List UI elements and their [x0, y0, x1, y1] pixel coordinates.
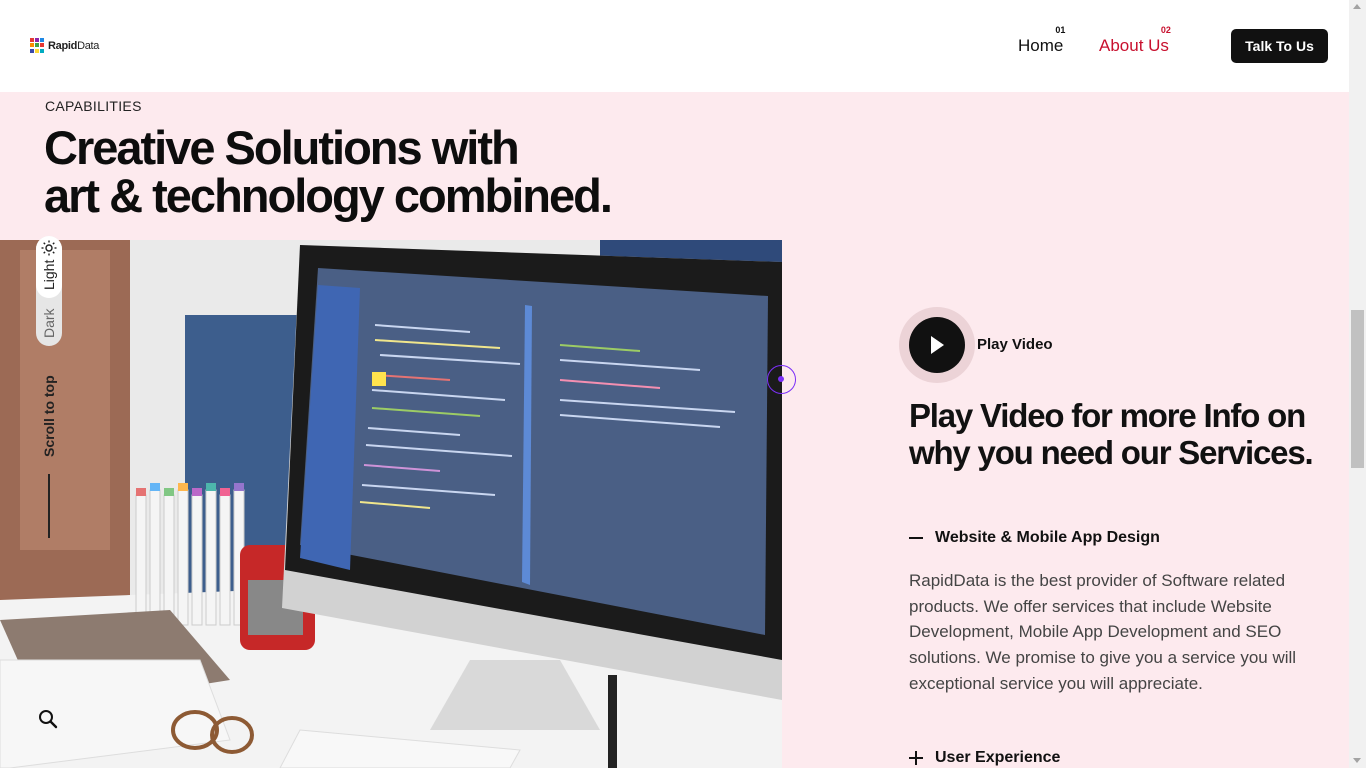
custom-cursor-dot: [778, 376, 784, 382]
accordion-title: User Experience: [935, 749, 1061, 766]
scroll-down-arrow-icon[interactable]: [1353, 758, 1361, 763]
scroll-to-top-link[interactable]: Scroll to top: [41, 375, 57, 457]
search-icon[interactable]: [37, 708, 59, 730]
nav-home-label: Home: [1018, 36, 1064, 55]
nav-home-number: 01: [1055, 25, 1066, 35]
section-eyebrow: CAPABILITIES: [45, 98, 142, 114]
nav-about-label: About Us: [1099, 36, 1169, 55]
accordion-title: Website & Mobile App Design: [935, 529, 1160, 546]
scroll-to-top-line: [48, 474, 50, 538]
light-mode-label[interactable]: Light: [41, 260, 57, 290]
site-header: RapidData 01 Home 02 About Us Talk To Us: [0, 0, 1349, 92]
hero-photo-desk-monitor: [0, 240, 782, 768]
headline-line-1: Creative Solutions with: [44, 121, 520, 174]
minus-icon: [909, 531, 923, 545]
scrollbar-thumb[interactable]: [1351, 310, 1364, 468]
play-video-label[interactable]: Play Video: [977, 336, 1053, 353]
site-logo[interactable]: RapidData: [30, 38, 99, 53]
plus-icon: [909, 751, 923, 765]
play-video-button[interactable]: [909, 317, 965, 373]
page-headline: Creative Solutions with art & technology…: [44, 121, 613, 222]
sun-icon: [41, 240, 57, 256]
nav-home[interactable]: 01 Home: [1018, 25, 1065, 56]
video-section-heading: Play Video for more Info on why you need…: [909, 397, 1314, 471]
nav-about-us[interactable]: 02 About Us: [1099, 25, 1171, 56]
headline-line-2: art & technology combined.: [44, 169, 613, 222]
play-icon: [931, 336, 944, 354]
logo-text: RapidData: [48, 39, 100, 52]
accordion-item-website-design[interactable]: Website & Mobile App Design: [909, 529, 1160, 547]
accordion-item-user-experience[interactable]: User Experience: [909, 749, 1060, 767]
nav-about-number: 02: [1160, 25, 1171, 35]
talk-to-us-button[interactable]: Talk To Us: [1231, 29, 1328, 63]
accordion-body: RapidData is the best provider of Softwa…: [909, 571, 1297, 693]
logo-grid-icon: [30, 38, 45, 53]
dark-mode-label[interactable]: Dark: [41, 308, 57, 338]
scroll-up-arrow-icon[interactable]: [1353, 4, 1361, 9]
